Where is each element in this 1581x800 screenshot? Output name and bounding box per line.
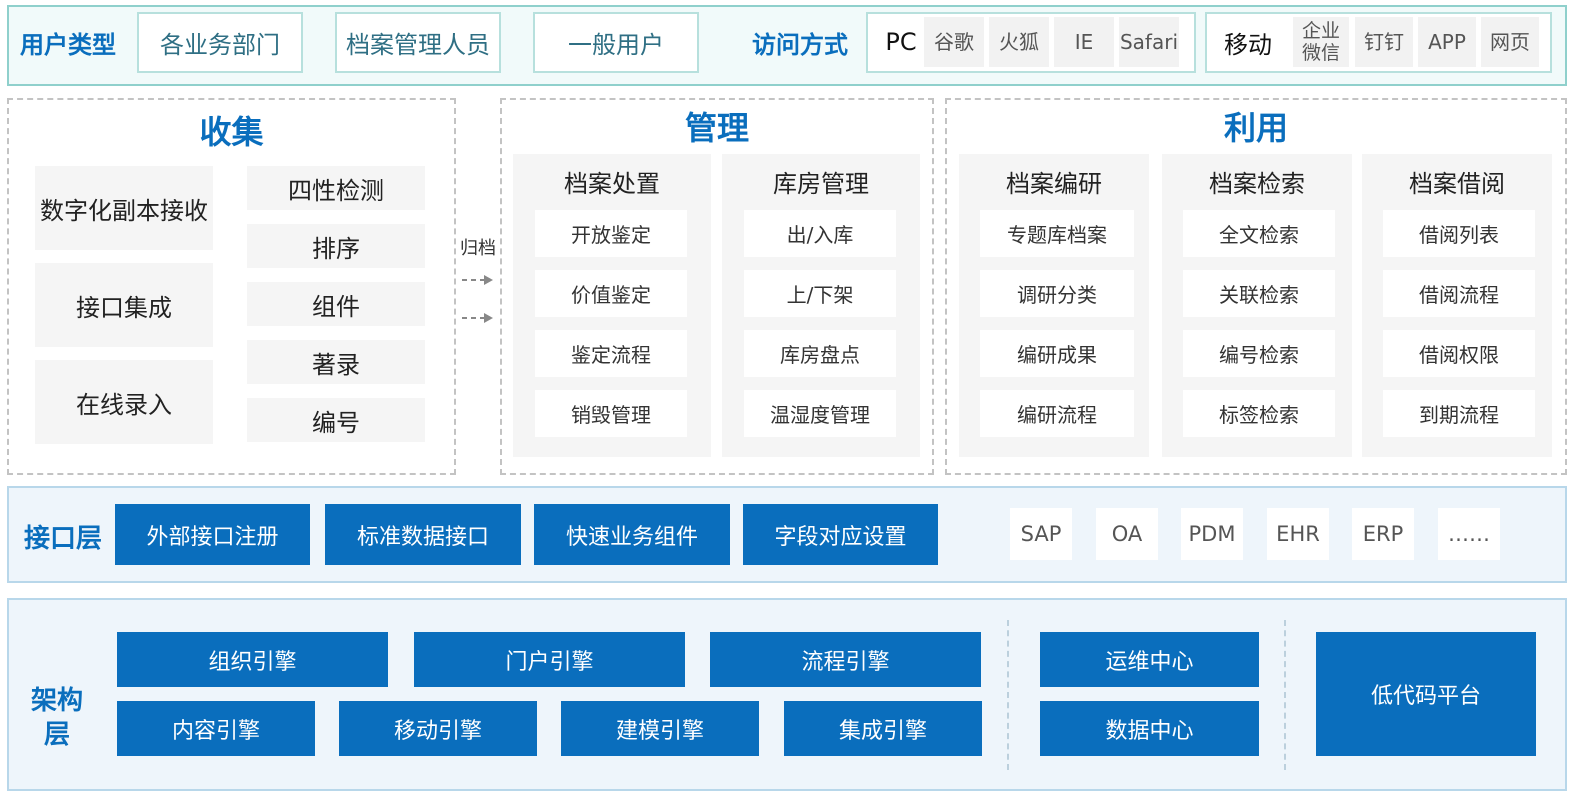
collect-title: 收集 (199, 113, 264, 151)
interface-layer-label: 接口层 (23, 523, 102, 554)
manage-panel-disposal-title: 档案处置 (564, 169, 660, 198)
low-code-platform: 低代码平台 (1316, 632, 1536, 756)
system-sap: SAP (1010, 508, 1072, 560)
use-title: 利用 (1223, 109, 1288, 147)
engine-organization: 组织引擎 (117, 632, 388, 687)
use-compilation-item: 编研成果 (980, 330, 1134, 377)
center-operations: 运维中心 (1040, 632, 1259, 687)
manage-warehouse-item: 上/下架 (744, 270, 896, 317)
manage-warehouse-item: 温湿度管理 (744, 390, 896, 437)
use-panel-borrow-title: 档案借阅 (1409, 169, 1505, 198)
mobile-option-dingtalk: 钉钉 (1355, 17, 1413, 67)
mobile-label: 移动 (1224, 30, 1272, 59)
interface-external-registration: 外部接口注册 (115, 504, 310, 565)
use-borrow-item: 借阅列表 (1383, 210, 1535, 257)
system-more: …… (1438, 508, 1500, 560)
use-compilation-item: 调研分类 (980, 270, 1134, 317)
pc-option-ie: IE (1054, 17, 1114, 67)
mobile-option-web: 网页 (1481, 17, 1539, 67)
collect-sorting: 排序 (247, 224, 425, 268)
collect-digital-copy-receive: 数字化副本接收 (35, 166, 213, 250)
mobile-option-app: APP (1418, 17, 1476, 67)
archive-label: 归档 (460, 238, 496, 259)
mobile-option-wecom: 企业微信 (1293, 17, 1349, 67)
user-type-business-departments: 各业务部门 (137, 12, 303, 73)
architecture-layer-label: 架构层 (30, 686, 83, 750)
use-search-item: 编号检索 (1183, 330, 1335, 377)
system-oa: OA (1096, 508, 1158, 560)
engine-modeling: 建模引擎 (561, 701, 759, 756)
pc-label: PC (885, 28, 917, 56)
engine-integration: 集成引擎 (784, 701, 982, 756)
manage-disposal-item: 价值鉴定 (535, 270, 687, 317)
manage-panel-warehouse-title: 库房管理 (773, 169, 869, 198)
use-search-item: 标签检索 (1183, 390, 1335, 437)
user-type-label: 用户类型 (20, 30, 116, 59)
use-borrow-item: 借阅权限 (1383, 330, 1535, 377)
collect-online-entry: 在线录入 (35, 360, 213, 444)
divider (1007, 620, 1009, 770)
pc-option-chrome: 谷歌 (924, 17, 984, 67)
arrow-right-icon (462, 275, 493, 285)
use-borrow-item: 借阅流程 (1383, 270, 1535, 317)
manage-warehouse-item: 出/入库 (744, 210, 896, 257)
use-search-item: 全文检索 (1183, 210, 1335, 257)
access-method-label: 访问方式 (752, 30, 848, 59)
interface-standard-data: 标准数据接口 (325, 504, 521, 565)
engine-content: 内容引擎 (117, 701, 315, 756)
arrow-right-icon (462, 313, 493, 323)
engine-workflow: 流程引擎 (710, 632, 981, 687)
use-compilation-item: 专题库档案 (980, 210, 1134, 257)
engine-mobile: 移动引擎 (339, 701, 537, 756)
manage-disposal-item: 鉴定流程 (535, 330, 687, 377)
collect-four-property-check: 四性检测 (247, 166, 425, 210)
divider (1284, 620, 1286, 770)
manage-disposal-item: 开放鉴定 (535, 210, 687, 257)
user-type-archive-managers: 档案管理人员 (335, 12, 501, 73)
manage-disposal-item: 销毁管理 (535, 390, 687, 437)
pc-option-firefox: 火狐 (989, 17, 1049, 67)
pc-option-safari: Safari (1119, 17, 1179, 67)
use-compilation-item: 编研流程 (980, 390, 1134, 437)
manage-title: 管理 (684, 109, 749, 147)
collect-interface-integration: 接口集成 (35, 263, 213, 347)
use-borrow-item: 到期流程 (1383, 390, 1535, 437)
interface-field-mapping: 字段对应设置 (743, 504, 938, 565)
manage-warehouse-item: 库房盘点 (744, 330, 896, 377)
system-erp: ERP (1352, 508, 1414, 560)
system-ehr: EHR (1267, 508, 1329, 560)
interface-quick-business-component: 快速业务组件 (534, 504, 730, 565)
system-pdm: PDM (1181, 508, 1243, 560)
collect-component: 组件 (247, 282, 425, 326)
use-panel-search-title: 档案检索 (1209, 169, 1305, 198)
user-type-general-users: 一般用户 (533, 12, 699, 73)
archive-arrows (462, 275, 493, 323)
collect-numbering: 编号 (247, 398, 425, 442)
engine-portal: 门户引擎 (414, 632, 685, 687)
collect-cataloging: 著录 (247, 340, 425, 384)
use-search-item: 关联检索 (1183, 270, 1335, 317)
center-data: 数据中心 (1040, 701, 1259, 756)
use-panel-compilation-title: 档案编研 (1006, 169, 1102, 198)
